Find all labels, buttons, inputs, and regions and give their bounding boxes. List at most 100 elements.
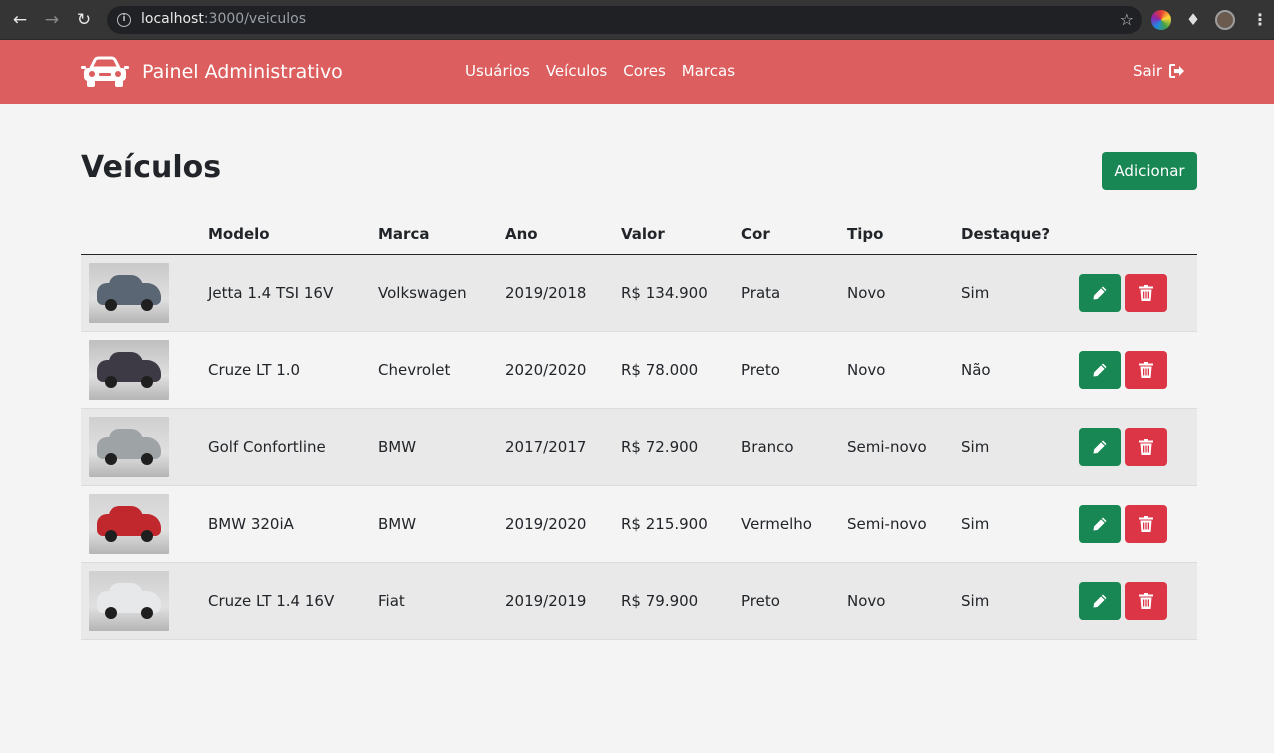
add-vehicle-button[interactable]: Adicionar bbox=[1102, 152, 1197, 190]
col-marca-header: Marca bbox=[378, 214, 505, 255]
cell-tipo: Novo bbox=[847, 562, 961, 640]
edit-button[interactable] bbox=[1079, 350, 1121, 389]
pencil-icon bbox=[1093, 517, 1107, 530]
url-path: :3000/veiculos bbox=[203, 11, 307, 27]
cell-destaque: Sim bbox=[961, 408, 1079, 486]
delete-button[interactable] bbox=[1125, 350, 1167, 389]
cell-cor: Branco bbox=[741, 408, 847, 486]
cell-actions bbox=[1079, 331, 1197, 409]
bookmark-star-icon[interactable]: ☆ bbox=[1120, 10, 1134, 29]
cell-marca: Volkswagen bbox=[378, 254, 505, 332]
logout-link[interactable]: Sair bbox=[1133, 62, 1185, 80]
edit-button[interactable] bbox=[1079, 504, 1121, 543]
col-tipo-header: Tipo bbox=[847, 214, 961, 255]
brand-title: Painel Administrativo bbox=[142, 61, 343, 83]
cell-image bbox=[81, 254, 208, 332]
vehicle-thumbnail bbox=[89, 493, 169, 554]
delete-button[interactable] bbox=[1125, 504, 1167, 543]
cell-ano: 2019/2019 bbox=[505, 562, 621, 640]
col-cor-header: Cor bbox=[741, 214, 847, 255]
info-icon[interactable]: i bbox=[117, 13, 131, 27]
nav-link-veiculos[interactable]: Veículos bbox=[546, 62, 607, 80]
cell-valor: R$ 215.900 bbox=[621, 485, 741, 563]
delete-button[interactable] bbox=[1125, 273, 1167, 312]
cell-cor: Preto bbox=[741, 562, 847, 640]
vehicle-thumbnail bbox=[89, 339, 169, 400]
delete-button[interactable] bbox=[1125, 581, 1167, 620]
cell-ano: 2019/2020 bbox=[505, 485, 621, 563]
cell-tipo: Novo bbox=[847, 254, 961, 332]
logout-label: Sair bbox=[1133, 62, 1163, 80]
col-valor-header: Valor bbox=[621, 214, 741, 255]
table-row: BMW 320iA BMW 2019/2020 R$ 215.900 Verme… bbox=[81, 485, 1197, 563]
cell-modelo: Cruze LT 1.0 bbox=[208, 331, 378, 409]
main-nav: Usuários Veículos Cores Marcas bbox=[465, 62, 751, 80]
edit-button[interactable] bbox=[1079, 427, 1121, 466]
cell-image bbox=[81, 331, 208, 409]
table-row: Golf Confortline BMW 2017/2017 R$ 72.900… bbox=[81, 408, 1197, 486]
trash-icon bbox=[1139, 515, 1153, 532]
cell-modelo: BMW 320iA bbox=[208, 485, 378, 563]
cell-destaque: Sim bbox=[961, 562, 1079, 640]
reload-icon[interactable]: ↻ bbox=[74, 10, 94, 30]
url-host: localhost bbox=[141, 11, 204, 27]
back-arrow-icon[interactable]: ← bbox=[10, 10, 30, 30]
page-title: Veículos bbox=[81, 150, 222, 185]
cell-marca: Fiat bbox=[378, 562, 505, 640]
delete-button[interactable] bbox=[1125, 427, 1167, 466]
cell-ano: 2019/2018 bbox=[505, 254, 621, 332]
cell-tipo: Novo bbox=[847, 331, 961, 409]
vehicle-thumbnail bbox=[89, 262, 169, 323]
cell-actions bbox=[1079, 254, 1197, 332]
cell-valor: R$ 72.900 bbox=[621, 408, 741, 486]
extensions-puzzle-icon[interactable]: ♦ bbox=[1183, 10, 1203, 30]
col-actions-header bbox=[1079, 214, 1197, 255]
forward-arrow-icon[interactable]: → bbox=[42, 10, 62, 30]
cell-valor: R$ 79.900 bbox=[621, 562, 741, 640]
brand[interactable]: Painel Administrativo bbox=[81, 56, 343, 88]
pencil-icon bbox=[1093, 440, 1107, 453]
cell-modelo: Cruze LT 1.4 16V bbox=[208, 562, 378, 640]
col-modelo-header: Modelo bbox=[208, 214, 378, 255]
edit-button[interactable] bbox=[1079, 581, 1121, 620]
cell-modelo: Jetta 1.4 TSI 16V bbox=[208, 254, 378, 332]
car-logo-icon bbox=[81, 56, 129, 87]
vehicle-thumbnail bbox=[89, 570, 169, 631]
url-text[interactable]: localhost:3000/veiculos bbox=[141, 11, 306, 27]
cell-valor: R$ 78.000 bbox=[621, 331, 741, 409]
cell-marca: BMW bbox=[378, 408, 505, 486]
cell-actions bbox=[1079, 562, 1197, 640]
color-picker-extension-icon[interactable] bbox=[1151, 10, 1171, 30]
profile-avatar[interactable] bbox=[1215, 10, 1235, 30]
cell-modelo: Golf Confortline bbox=[208, 408, 378, 486]
browser-menu-icon[interactable]: ⋮ bbox=[1250, 10, 1270, 30]
cell-actions bbox=[1079, 485, 1197, 563]
nav-link-usuarios[interactable]: Usuários bbox=[465, 62, 530, 80]
trash-icon bbox=[1139, 284, 1153, 301]
app-navbar: Painel Administrativo Usuários Veículos … bbox=[0, 40, 1274, 104]
trash-icon bbox=[1139, 361, 1153, 378]
table-row: Cruze LT 1.4 16V Fiat 2019/2019 R$ 79.90… bbox=[81, 562, 1197, 640]
cell-marca: BMW bbox=[378, 485, 505, 563]
sign-out-icon bbox=[1169, 64, 1185, 78]
cell-actions bbox=[1079, 408, 1197, 486]
cell-cor: Prata bbox=[741, 254, 847, 332]
vehicles-table: Modelo Marca Ano Valor Cor Tipo Destaque… bbox=[81, 214, 1197, 640]
cell-cor: Preto bbox=[741, 331, 847, 409]
table-row: Cruze LT 1.0 Chevrolet 2020/2020 R$ 78.0… bbox=[81, 331, 1197, 409]
cell-ano: 2020/2020 bbox=[505, 331, 621, 409]
nav-link-marcas[interactable]: Marcas bbox=[682, 62, 735, 80]
cell-tipo: Semi-novo bbox=[847, 408, 961, 486]
address-bar[interactable]: i localhost:3000/veiculos ☆ bbox=[107, 6, 1142, 34]
pencil-icon bbox=[1093, 594, 1107, 607]
pencil-icon bbox=[1093, 286, 1107, 299]
trash-icon bbox=[1139, 438, 1153, 455]
vehicle-thumbnail bbox=[89, 416, 169, 477]
nav-link-cores[interactable]: Cores bbox=[623, 62, 666, 80]
col-ano-header: Ano bbox=[505, 214, 621, 255]
edit-button[interactable] bbox=[1079, 273, 1121, 312]
table-row: Jetta 1.4 TSI 16V Volkswagen 2019/2018 R… bbox=[81, 254, 1197, 332]
cell-destaque: Sim bbox=[961, 485, 1079, 563]
cell-destaque: Sim bbox=[961, 254, 1079, 332]
cell-image bbox=[81, 408, 208, 486]
